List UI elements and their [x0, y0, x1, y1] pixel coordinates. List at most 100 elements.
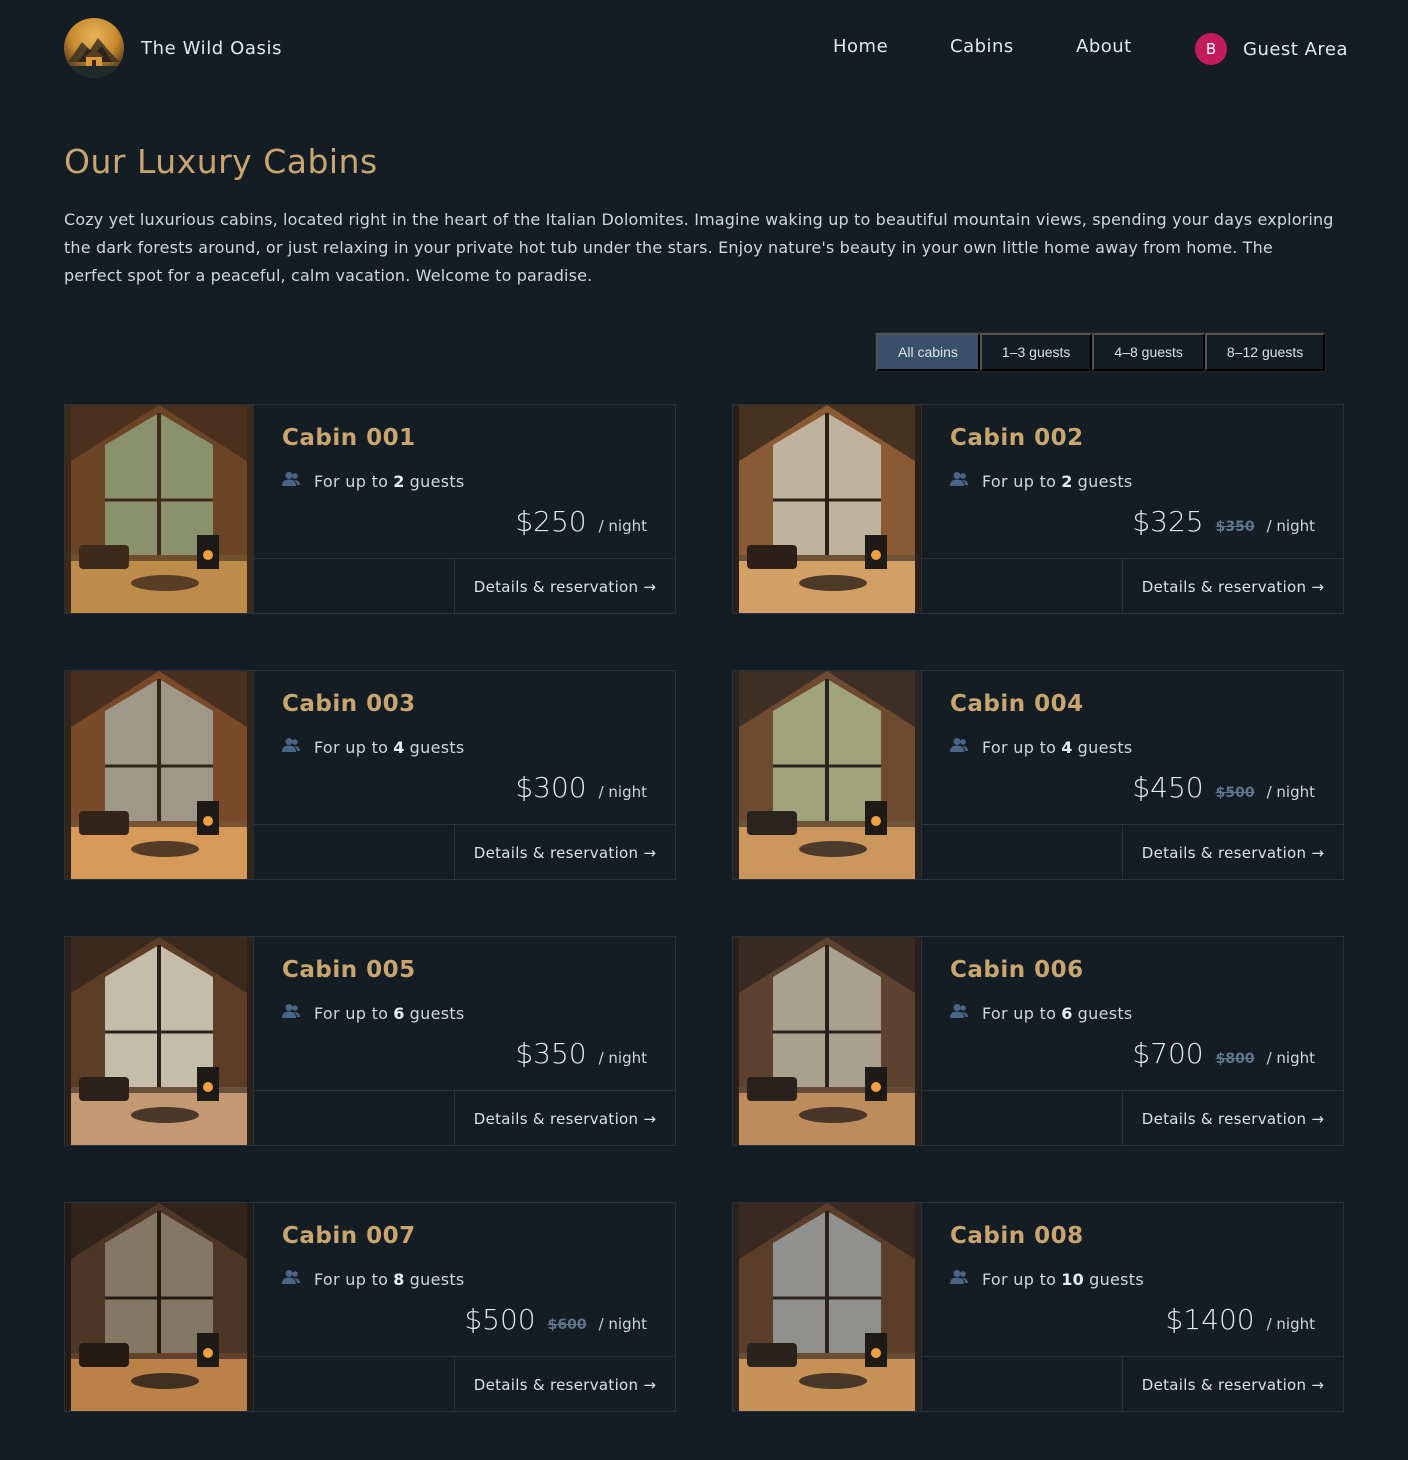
cabin-info: Cabin 007 For up to 8 guests $500 $600 /…: [253, 1203, 675, 1356]
cabin-card-footer: Details & reservation →: [253, 1090, 675, 1146]
details-reservation-link[interactable]: Details & reservation →: [454, 1357, 675, 1412]
cabin-price: $450: [1132, 771, 1204, 804]
nav-home[interactable]: Home: [833, 36, 888, 57]
price-row: $250 / night: [515, 505, 647, 538]
cabin-image: [733, 1203, 921, 1411]
cabin-capacity: For up to 4 guests: [282, 737, 465, 757]
cabin-name: Cabin 003: [282, 691, 416, 717]
cabin-card: Cabin 002 For up to 2 guests $325 $350 /…: [732, 404, 1344, 614]
cabin-info: Cabin 004 For up to 4 guests $450 $500 /…: [921, 671, 1343, 824]
max-guests: 4: [393, 737, 405, 757]
capacity-suffix: guests: [409, 1269, 465, 1289]
filter-medium[interactable]: 4–8 guests: [1092, 333, 1205, 371]
cabin-name: Cabin 002: [950, 425, 1084, 451]
cabin-info: Cabin 008 For up to 10 guests $1400 / ni…: [921, 1203, 1343, 1356]
guest-filter: All cabins 1–3 guests 4–8 guests 8–12 gu…: [875, 332, 1327, 372]
cabin-name: Cabin 006: [950, 957, 1084, 983]
logo-link[interactable]: The Wild Oasis: [64, 18, 282, 78]
cabin-name: Cabin 005: [282, 957, 416, 983]
details-reservation-link[interactable]: Details & reservation →: [1122, 559, 1343, 614]
users-icon: [282, 737, 300, 757]
capacity-prefix: For up to: [314, 1003, 389, 1023]
details-reservation-link[interactable]: Details & reservation →: [1122, 1357, 1343, 1412]
capacity-prefix: For up to: [314, 737, 389, 757]
cabin-card-footer: Details & reservation →: [921, 824, 1343, 880]
cabin-price: $1400: [1165, 1303, 1255, 1336]
cabin-card-footer: Details & reservation →: [921, 1356, 1343, 1412]
capacity-prefix: For up to: [982, 471, 1057, 491]
logo-image: [64, 18, 124, 78]
filter-all[interactable]: All cabins: [876, 333, 980, 371]
original-price: $500: [1215, 785, 1255, 801]
cabin-price: $500: [464, 1303, 536, 1336]
guest-area-label: Guest Area: [1243, 38, 1349, 60]
filter-small[interactable]: 1–3 guests: [979, 333, 1093, 371]
cabin-capacity: For up to 2 guests: [282, 471, 465, 491]
cabin-card: Cabin 004 For up to 4 guests $450 $500 /…: [732, 670, 1344, 880]
original-price: $600: [547, 1317, 587, 1333]
price-row: $300 / night: [515, 771, 647, 804]
cabin-info: Cabin 002 For up to 2 guests $325 $350 /…: [921, 405, 1343, 558]
capacity-suffix: guests: [1077, 471, 1133, 491]
cabin-image: [733, 405, 921, 613]
site-header: The Wild Oasis Home Cabins About B Guest…: [0, 0, 1408, 96]
capacity-suffix: guests: [1089, 1269, 1144, 1289]
intro-text: Cozy yet luxurious cabins, located right…: [64, 210, 1334, 285]
details-reservation-link[interactable]: Details & reservation →: [1122, 825, 1343, 880]
cabin-capacity: For up to 4 guests: [950, 737, 1133, 757]
cabin-card: Cabin 003 For up to 4 guests $300 / nigh…: [64, 670, 676, 880]
capacity-suffix: guests: [1077, 737, 1133, 757]
per-night-label: / night: [1266, 1315, 1315, 1333]
cabin-price: $700: [1132, 1037, 1204, 1070]
cabin-card-footer: Details & reservation →: [253, 1356, 675, 1412]
details-reservation-link[interactable]: Details & reservation →: [454, 825, 675, 880]
cabin-card-footer: Details & reservation →: [253, 558, 675, 614]
capacity-prefix: For up to: [314, 471, 389, 491]
per-night-label: / night: [1266, 783, 1315, 801]
cabin-card: Cabin 008 For up to 10 guests $1400 / ni…: [732, 1202, 1344, 1412]
cabin-image: [65, 405, 253, 613]
cabin-card: Cabin 006 For up to 6 guests $700 $800 /…: [732, 936, 1344, 1146]
cabin-image: [733, 671, 921, 879]
per-night-label: / night: [598, 517, 647, 535]
cabin-price: $300: [515, 771, 587, 804]
cabin-card: Cabin 001 For up to 2 guests $250 / nigh…: [64, 404, 676, 614]
cabin-price: $325: [1132, 505, 1204, 538]
cabin-image: [65, 671, 253, 879]
cabin-name: Cabin 001: [282, 425, 416, 451]
cabin-capacity: For up to 8 guests: [282, 1269, 465, 1289]
max-guests: 6: [393, 1003, 405, 1023]
filter-large[interactable]: 8–12 guests: [1204, 333, 1326, 371]
users-icon: [950, 1003, 968, 1023]
nav-cabins[interactable]: Cabins: [950, 36, 1014, 57]
nav-about[interactable]: About: [1076, 36, 1132, 57]
price-row: $325 $350 / night: [1132, 505, 1315, 538]
capacity-prefix: For up to: [982, 737, 1057, 757]
cabin-image: [65, 937, 253, 1145]
cabin-card-footer: Details & reservation →: [921, 1090, 1343, 1146]
avatar: B: [1195, 33, 1227, 65]
cabin-capacity: For up to 6 guests: [282, 1003, 465, 1023]
details-reservation-link[interactable]: Details & reservation →: [454, 559, 675, 614]
max-guests: 10: [1061, 1269, 1085, 1289]
per-night-label: / night: [598, 783, 647, 801]
users-icon: [950, 1269, 968, 1289]
details-reservation-link[interactable]: Details & reservation →: [1122, 1091, 1343, 1146]
users-icon: [282, 1269, 300, 1289]
users-icon: [282, 1003, 300, 1023]
capacity-suffix: guests: [409, 737, 465, 757]
per-night-label: / night: [598, 1315, 647, 1333]
details-reservation-link[interactable]: Details & reservation →: [454, 1091, 675, 1146]
guest-area-link[interactable]: B Guest Area: [1195, 33, 1348, 65]
cabin-card-footer: Details & reservation →: [921, 558, 1343, 614]
cabin-card-footer: Details & reservation →: [253, 824, 675, 880]
brand-name: The Wild Oasis: [141, 37, 283, 59]
original-price: $350: [1215, 519, 1255, 535]
price-row: $500 $600 / night: [464, 1303, 647, 1336]
original-price: $800: [1215, 1051, 1255, 1067]
cabin-price: $250: [515, 505, 587, 538]
cabin-capacity: For up to 2 guests: [950, 471, 1133, 491]
capacity-suffix: guests: [409, 471, 465, 491]
max-guests: 6: [1061, 1003, 1073, 1023]
capacity-prefix: For up to: [314, 1269, 389, 1289]
